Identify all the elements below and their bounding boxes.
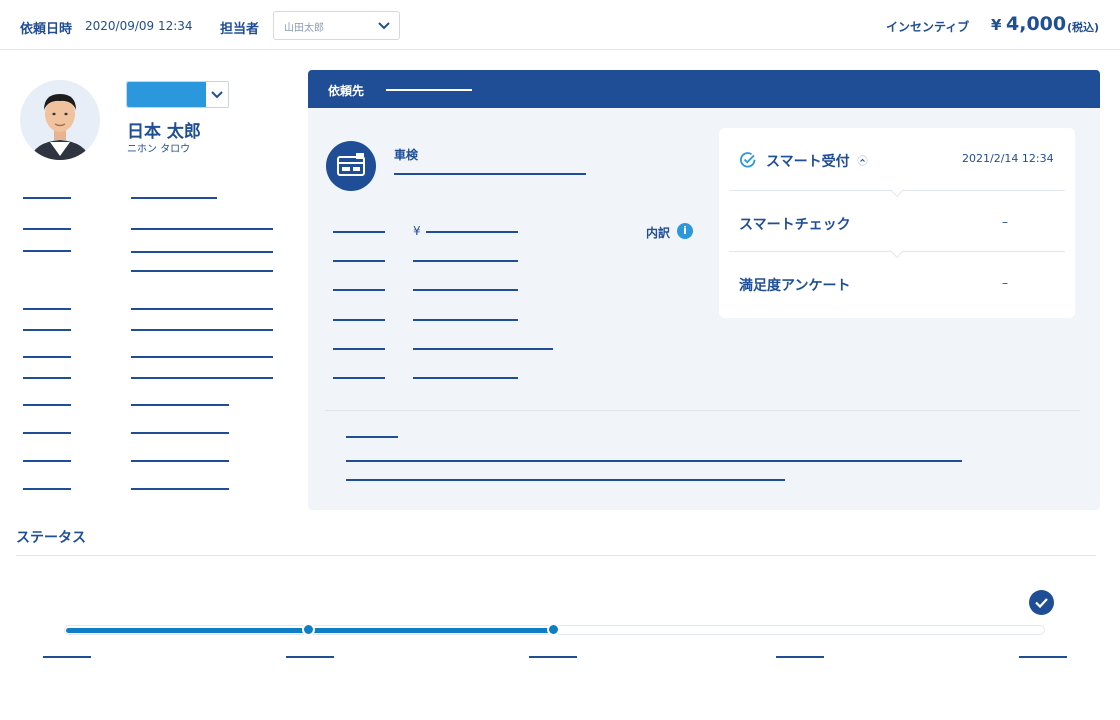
detail-value [413,319,518,321]
incentive-amount: 4,000 [1006,13,1067,35]
panel-divider [325,410,1080,411]
info-value [131,460,229,462]
car-inspection-card-icon [326,141,376,191]
survey-value: – [1002,276,1008,290]
detail-value [413,348,553,350]
incentive-label: インセンティブ [886,20,970,34]
info-label [23,329,71,331]
info-value [131,251,273,253]
status-step-dot[interactable] [302,623,315,636]
info-value [131,197,217,199]
smart-reception-label: スマート受付 [766,154,850,170]
request-datetime-label: 依頼日時 [20,22,73,37]
info-value [131,329,273,331]
status-step-label [776,656,824,658]
memo-line [346,460,962,462]
customer-status-fill [127,82,206,107]
info-label [23,432,71,434]
info-icon[interactable]: i [677,223,693,239]
detail-label [333,377,385,379]
detail-price-value [426,231,518,233]
customer-status-dropdown[interactable] [126,81,229,108]
detail-label [333,289,385,291]
info-label [23,488,71,490]
card-notch [889,182,905,198]
status-step-label [286,656,334,658]
info-value [131,356,273,358]
customer-kana: ニホン タロウ [127,144,191,155]
status-complete-marker [1029,590,1054,615]
smart-status-card: スマート受付 2021/2/14 12:34 スマートチェック – 満足度アンケ… [719,128,1075,318]
info-value [131,377,273,379]
smart-check-label: スマートチェック [739,217,851,233]
panel-title-value [386,89,472,91]
info-value [131,228,273,230]
chevron-down-icon [211,91,223,99]
smart-reception-date: 2021/2/14 12:34 [962,152,1054,165]
detail-label [333,348,385,350]
assignee-select-value: 山田太郎 [284,23,324,34]
status-step-label [43,656,91,658]
info-value [131,404,229,406]
incentive-currency: ¥ [991,16,1002,34]
avatar-image [20,80,100,160]
info-value [131,308,273,310]
detail-value [413,289,518,291]
info-value [131,270,273,272]
detail-label [333,319,385,321]
info-label [23,356,71,358]
chevron-down-icon [378,22,390,30]
currency-symbol: ¥ [413,224,421,238]
info-label [23,460,71,462]
info-label [23,197,71,199]
info-label [23,228,71,230]
status-divider [16,555,1096,556]
detail-value [413,377,518,379]
service-label: 車検 [394,148,419,162]
panel-title: 依頼先 [328,84,365,98]
page-header: 依頼日時 2020/09/09 12:34 担当者 山田太郎 インセンティブ ¥… [0,0,1120,50]
smart-check-value: – [1002,215,1008,229]
memo-label [346,436,398,438]
assignee-select[interactable]: 山田太郎 [273,11,400,40]
status-title: ステータス [16,530,86,546]
info-label [23,308,71,310]
detail-label [333,231,385,233]
info-label [23,377,71,379]
incentive-tax: (税込) [1067,21,1100,34]
request-datetime-value: 2020/09/09 12:34 [85,19,193,33]
avatar [20,80,100,160]
survey-label: 満足度アンケート [739,278,851,294]
status-step-dot[interactable] [547,623,560,636]
detail-label [333,260,385,262]
customer-name: 日本 太郎 [127,122,201,142]
chevron-up-icon[interactable] [857,155,868,166]
status-step-label [1019,656,1067,658]
card-notch [889,243,905,259]
info-value [131,488,229,490]
info-label [23,404,71,406]
panel-header: 依頼先 [308,70,1100,108]
service-name-value [394,173,586,175]
memo-line [346,479,785,481]
info-value [131,432,229,434]
breakdown-label: 内訳 [646,226,671,240]
check-icon [1035,598,1048,609]
info-label [23,250,71,252]
assignee-label: 担当者 [220,22,260,37]
detail-value [413,260,518,262]
check-circle-icon [740,152,756,168]
status-step-label [529,656,577,658]
